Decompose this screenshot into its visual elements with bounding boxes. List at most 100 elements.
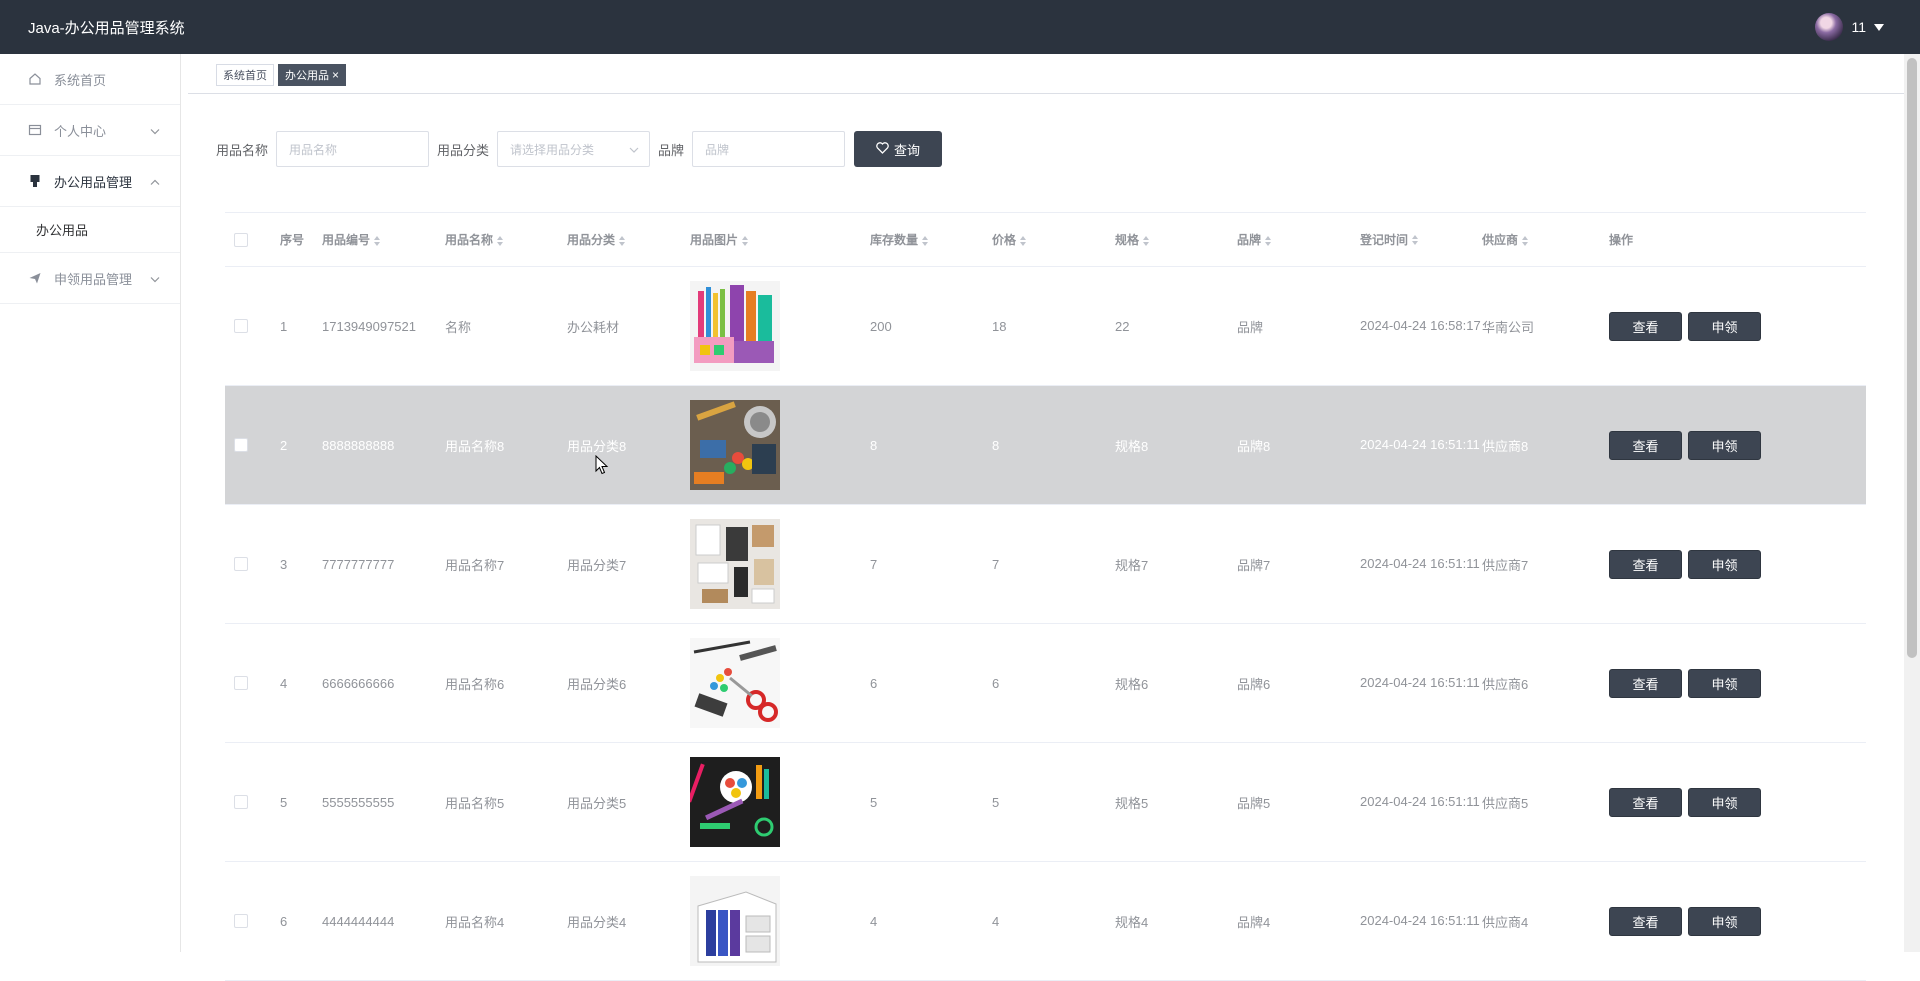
table-row[interactable]: 4 6666666666 用品名称6 用品分类6 6 6 规格6 品牌6 2024-04-24 … [225,624,1866,743]
user-menu[interactable]: 11 [1815,13,1892,41]
tab-label: 系统首页 [223,69,267,82]
sort-icon[interactable] [374,235,381,246]
apply-button[interactable]: 申领 [1688,906,1761,936]
row-checkbox[interactable] [234,914,248,928]
sidebar-item-label: 系统首页 [54,72,107,88]
tab-home[interactable]: 系统首页 [216,63,274,86]
header-brand[interactable]: 品牌 [1237,231,1360,248]
cell-spec: 规格4 [1115,914,1149,930]
cell-price: 6 [992,675,1000,691]
row-checkbox[interactable] [234,438,248,452]
apply-button[interactable]: 申领 [1688,311,1761,341]
brand-input[interactable]: 品牌 [692,131,846,167]
sort-icon[interactable] [1522,235,1529,246]
header-spec[interactable]: 规格 [1115,231,1237,248]
row-checkbox[interactable] [234,795,248,809]
table-row[interactable]: 3 7777777777 用品名称7 用品分类7 7 7 规格7 品牌7 2024-04-24 … [225,505,1866,624]
table-body: 1 1713949097521 名称 办公耗材 200 18 22 品牌 2024-04-24 … [225,267,1866,981]
row-checkbox[interactable] [234,557,248,571]
view-button[interactable]: 查看 [1609,311,1682,341]
category-placeholder: 请选择用品分类 [510,142,595,157]
header-stock[interactable]: 库存数量 [870,231,992,248]
product-thumbnail[interactable] [690,281,780,371]
caret-down-icon[interactable] [1874,23,1884,31]
sort-icon[interactable] [1412,235,1419,246]
cell-brand: 品牌6 [1237,676,1271,692]
row-checkbox[interactable] [234,676,248,690]
sort-icon[interactable] [497,235,504,246]
sort-icon[interactable] [1265,235,1272,246]
user-name[interactable]: 11 [1851,19,1866,35]
apply-button[interactable]: 申领 [1688,430,1761,460]
sidebar: 系统首页 个人中心 办公用品管理 办公用品 申领用品管理 [0,54,181,952]
view-button[interactable]: 查看 [1609,430,1682,460]
apply-button[interactable]: 申领 [1688,549,1761,579]
sidebar-subitem-label: 办公用品 [36,223,89,238]
header-supplier[interactable]: 供应商 [1482,231,1605,248]
table-row[interactable]: 6 4444444444 用品名称4 用品分类4 4 4 规格4 品牌4 2024-04-24 … [225,862,1866,981]
avatar[interactable] [1815,13,1844,41]
brand-label: 品牌 [658,142,685,158]
sort-icon[interactable] [922,235,929,246]
tab-supplies[interactable]: 办公用品 × [278,63,347,86]
sort-icon[interactable] [619,235,626,246]
cell-code: 8888888888 [322,437,395,453]
cell-category: 用品分类7 [567,557,627,573]
select-all-checkbox[interactable] [234,232,248,247]
table-row[interactable]: 1 1713949097521 名称 办公耗材 200 18 22 品牌 2024-04-24 … [225,267,1866,386]
close-icon[interactable]: × [332,68,339,82]
product-thumbnail[interactable] [690,400,780,490]
sort-icon[interactable] [1143,235,1150,246]
cell-category: 用品分类6 [567,676,627,692]
view-button[interactable]: 查看 [1609,787,1682,817]
apply-button[interactable]: 申领 [1688,668,1761,698]
sidebar-item-apply-management[interactable]: 申领用品管理 [0,253,180,304]
cell-time: 2024-04-24 16:51:11 [1360,675,1480,690]
name-label: 用品名称 [216,142,269,158]
sidebar-item-label: 申领用品管理 [54,271,133,287]
table-row[interactable]: 2 8888888888 用品名称8 用品分类8 8 8 规格8 品牌8 2024-04-24 … [225,386,1866,505]
sidebar-item-home[interactable]: 系统首页 [0,54,180,105]
sidebar-item-profile[interactable]: 个人中心 [0,105,180,156]
sort-icon[interactable] [742,235,749,246]
view-button[interactable]: 查看 [1609,668,1682,698]
product-thumbnail[interactable] [690,519,780,609]
sidebar-subitem-supplies[interactable]: 办公用品 [0,207,180,253]
mouse-cursor-icon [595,454,609,480]
cell-index: 2 [280,437,288,453]
header-code[interactable]: 用品编号 [322,231,445,248]
cell-actions: 查看 申领 [1605,311,1765,341]
product-thumbnail[interactable] [690,876,780,966]
cell-actions: 查看 申领 [1605,906,1765,936]
header-price[interactable]: 价格 [992,231,1115,248]
category-select[interactable]: 请选择用品分类 [497,131,651,167]
name-input[interactable]: 用品名称 [276,131,430,167]
cell-brand: 品牌4 [1237,914,1271,930]
sort-icon[interactable] [1020,235,1027,246]
view-button[interactable]: 查看 [1609,549,1682,579]
table-row[interactable]: 5 5555555555 用品名称5 用品分类5 5 5 规格5 品牌5 2024-04-24 … [225,743,1866,862]
apply-button[interactable]: 申领 [1688,787,1761,817]
cell-spec: 22 [1115,318,1130,334]
query-button[interactable]: 查询 [854,131,943,167]
cell-brand: 品牌 [1237,319,1264,335]
cell-name: 名称 [445,319,472,335]
header-image[interactable]: 用品图片 [690,231,870,248]
row-checkbox[interactable] [234,319,248,333]
view-button[interactable]: 查看 [1609,906,1682,936]
header-category[interactable]: 用品分类 [567,231,690,248]
cell-brand: 品牌5 [1237,795,1271,811]
header-name[interactable]: 用品名称 [445,231,567,248]
cell-time: 2024-04-24 16:51:11 [1360,913,1480,928]
cell-time: 2024-04-24 16:51:11 [1360,556,1480,571]
cell-image [690,281,870,371]
chevron-down-icon [629,142,639,156]
scrollbar-thumb[interactable] [1907,58,1917,658]
header-time[interactable]: 登记时间 [1360,229,1482,251]
page-scrollbar[interactable] [1904,54,1920,952]
cell-image [690,638,870,728]
product-thumbnail[interactable] [690,638,780,728]
product-thumbnail[interactable] [690,757,780,847]
cell-index: 4 [280,675,288,691]
sidebar-item-supplies-management[interactable]: 办公用品管理 [0,156,180,207]
